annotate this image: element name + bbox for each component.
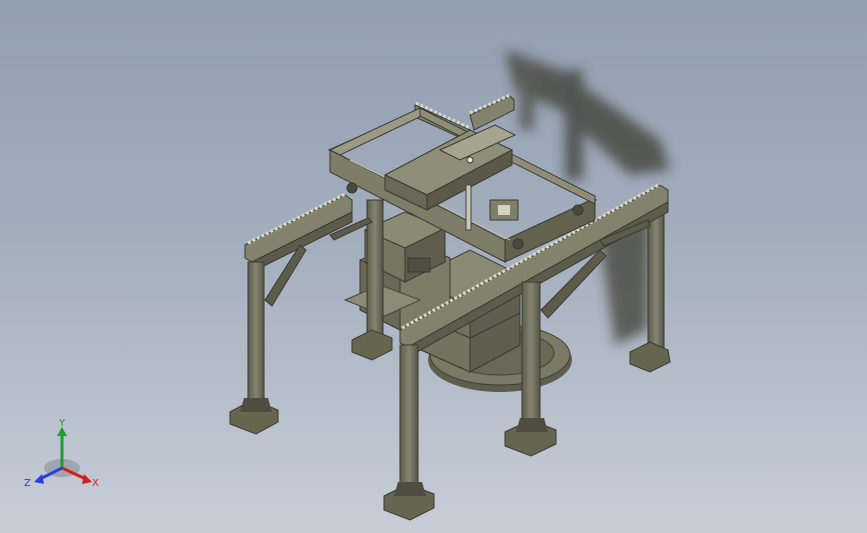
vertical-spindle[interactable] bbox=[465, 184, 519, 231]
z-axis-label: Z bbox=[24, 478, 31, 489]
graphics-viewport[interactable]: Y X Z bbox=[0, 0, 867, 533]
column-front-left[interactable] bbox=[229, 244, 307, 435]
coordinate-triad: Y X Z bbox=[24, 418, 99, 489]
y-axis-label: Y bbox=[58, 418, 66, 429]
carriage-crossbeam[interactable] bbox=[383, 124, 517, 211]
x-axis-label: X bbox=[92, 478, 99, 489]
rail-beam-top-right[interactable] bbox=[469, 93, 515, 131]
column-front-middle[interactable] bbox=[383, 344, 435, 521]
gantry-assembly-model[interactable] bbox=[0, 0, 867, 533]
